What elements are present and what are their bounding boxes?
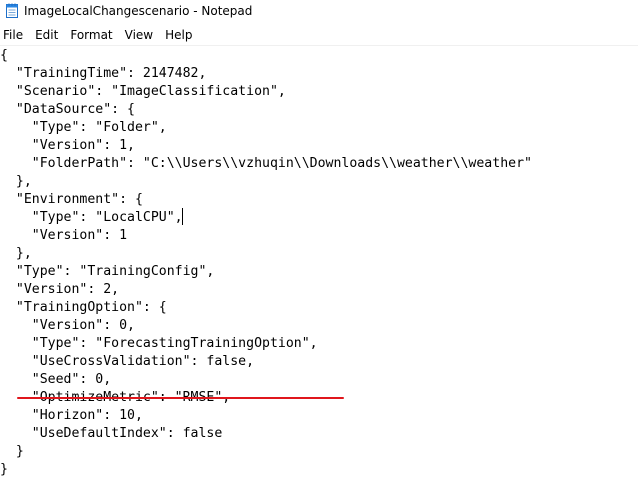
editor-line: "Environment": { [0,192,143,207]
notepad-icon [6,3,18,18]
editor-line: "DataSource": { [0,102,135,117]
red-underline-annotation [17,397,344,399]
editor-line: { [0,48,8,63]
editor-line: } [0,444,24,459]
editor-line: "Version": 1, [0,138,135,153]
editor-line: "Type": "TrainingConfig", [0,264,215,279]
editor-line: "Type": "LocalCPU", [0,210,183,225]
editor-line: } [0,462,8,477]
editor-line: "Version": 0, [0,318,135,333]
notepad-window: ImageLocalChangescenario - Notepad File … [0,0,638,504]
editor-line: "Type": "ForecastingTrainingOption", [0,336,318,351]
editor-line: "TrainingOption": { [0,300,167,315]
title-bar[interactable]: ImageLocalChangescenario - Notepad [0,0,638,22]
menu-format[interactable]: Format [64,25,118,45]
editor-line: "Type": "Folder", [0,120,167,135]
menu-bar: File Edit Format View Help [0,25,638,45]
editor-line: "UseCrossValidation": false, [0,354,255,369]
menu-help[interactable]: Help [159,25,198,45]
editor-line: "Version": 1 [0,228,128,243]
menu-edit[interactable]: Edit [29,25,64,45]
editor-line: "Version": 2, [0,282,120,297]
editor-line: "FolderPath": "C:\\Users\\vzhuqin\\Downl… [0,156,532,171]
editor-content: { "TrainingTime": 2147482, "Scenario": "… [0,47,532,479]
editor-line: "Scenario": "ImageClassification", [0,84,286,99]
editor-line: "TrainingTime": 2147482, [0,66,207,81]
text-caret [182,208,183,225]
editor-line: "Seed": 0, [0,372,112,387]
text-editor-area[interactable]: { "TrainingTime": 2147482, "Scenario": "… [0,45,638,504]
editor-line: }, [0,174,32,189]
window-title: ImageLocalChangescenario - Notepad [24,4,253,18]
menu-file[interactable]: File [0,25,29,45]
menu-view[interactable]: View [119,25,159,45]
editor-line: }, [0,246,32,261]
editor-line: "UseDefaultIndex": false [0,426,223,441]
editor-line: "Horizon": 10, [0,408,143,423]
